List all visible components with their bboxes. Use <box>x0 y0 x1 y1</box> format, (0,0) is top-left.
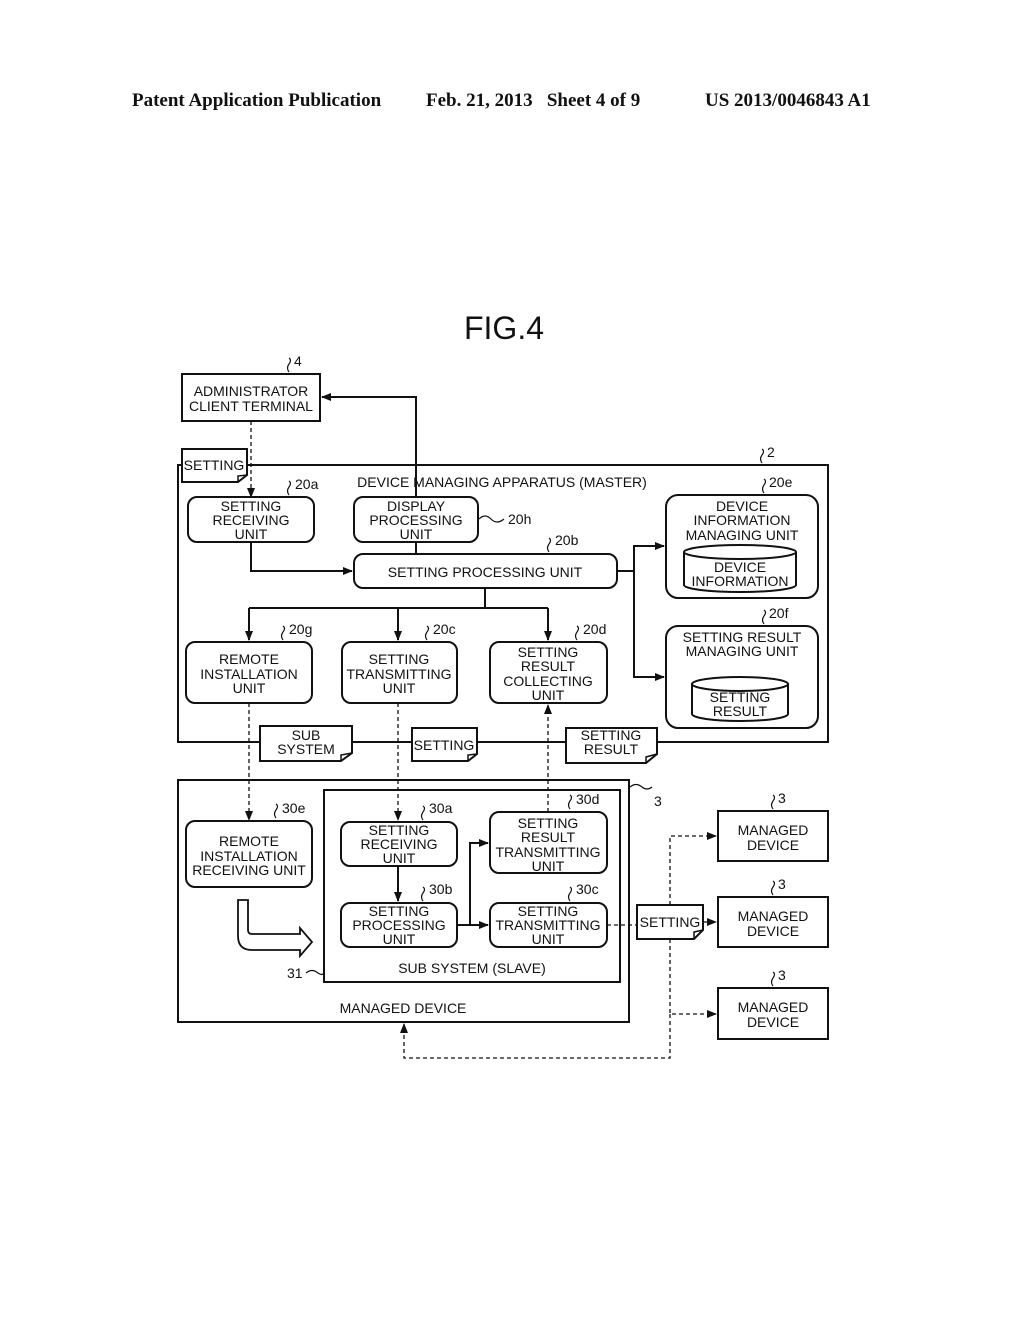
svg-text:MANAGED: MANAGED <box>738 999 809 1015</box>
svg-text:20d: 20d <box>583 621 606 637</box>
svg-text:ADMINISTRATOR: ADMINISTRATOR <box>194 383 309 399</box>
svg-text:20c: 20c <box>433 621 456 637</box>
svg-text:UNIT: UNIT <box>532 687 565 703</box>
svg-text:20f: 20f <box>769 605 789 621</box>
svg-text:MANAGED: MANAGED <box>738 822 809 838</box>
to-result-mgr-arrow <box>633 571 665 681</box>
to-managed-device-main-arrow <box>400 1014 671 1059</box>
svg-text:DEVICE: DEVICE <box>747 923 799 939</box>
svg-text:RECEIVING UNIT: RECEIVING UNIT <box>192 862 306 878</box>
svg-text:3: 3 <box>654 793 662 809</box>
svg-text:2: 2 <box>767 444 775 460</box>
svg-text:CLIENT TERMINAL: CLIENT TERMINAL <box>189 398 313 414</box>
setting-result-managing-unit-20f: SETTING RESULT MANAGING UNIT SETTING RES… <box>665 605 819 729</box>
display-processing-unit-20h: DISPLAY PROCESSING UNIT 20h <box>353 496 531 543</box>
to-managed-device-3-arrow <box>669 939 717 1018</box>
svg-text:SETTING: SETTING <box>369 651 430 667</box>
svg-text:20b: 20b <box>555 532 579 548</box>
svg-text:REMOTE: REMOTE <box>219 833 279 849</box>
svg-text:UNIT: UNIT <box>235 526 268 542</box>
svg-text:DEVICE: DEVICE <box>747 837 799 853</box>
svg-text:UNIT: UNIT <box>400 526 433 542</box>
svg-text:SUB SYSTEM (SLAVE): SUB SYSTEM (SLAVE) <box>398 960 546 976</box>
svg-text:RESULT: RESULT <box>521 658 576 674</box>
svg-text:31: 31 <box>287 965 303 981</box>
svg-text:REMOTE: REMOTE <box>219 651 279 667</box>
svg-text:3: 3 <box>778 876 786 892</box>
svg-text:UNIT: UNIT <box>383 680 416 696</box>
setting-transmitting-unit-20c: SETTING TRANSMITTING UNIT 20c <box>341 621 458 704</box>
svg-text:DEVICE MANAGING APPARATUS (MAS: DEVICE MANAGING APPARATUS (MASTER) <box>357 474 647 490</box>
svg-text:SETTING: SETTING <box>414 737 475 753</box>
svg-text:20g: 20g <box>289 621 312 637</box>
svg-text:30d: 30d <box>576 791 599 807</box>
svg-text:SETTING: SETTING <box>640 914 701 930</box>
figure-title: FIG.4 <box>464 310 544 346</box>
svg-text:SETTING: SETTING <box>184 457 245 473</box>
svg-text:MANAGED: MANAGED <box>738 908 809 924</box>
fig4-diagram: FIG.4 ADMINISTRATOR CLIENT TERMINAL 4 DE… <box>177 310 829 1059</box>
svg-text:30c: 30c <box>576 881 599 897</box>
document-setting-top: SETTING <box>181 448 248 483</box>
managed-device-2: MANAGED DEVICE 3 <box>717 876 829 948</box>
document-setting-mid: SETTING <box>411 727 478 762</box>
document-setting-result: SETTING RESULT <box>565 727 658 764</box>
to-managed-device-1-arrow <box>669 832 717 905</box>
document-subsystem: SUB SYSTEM <box>259 725 353 762</box>
svg-text:30a: 30a <box>429 800 453 816</box>
svg-text:UNIT: UNIT <box>233 680 266 696</box>
svg-text:20e: 20e <box>769 474 793 490</box>
setting-receiving-unit-30a: SETTING RECEIVING UNIT 30a <box>340 800 458 867</box>
svg-text:INFORMATION: INFORMATION <box>692 573 789 589</box>
document-setting-right: SETTING <box>636 904 704 940</box>
receiving-to-processing-arrow <box>250 542 353 575</box>
svg-text:DEVICE: DEVICE <box>747 1014 799 1030</box>
svg-text:UNIT: UNIT <box>532 858 565 874</box>
svg-text:MANAGING UNIT: MANAGING UNIT <box>686 643 799 659</box>
svg-text:MANAGED DEVICE: MANAGED DEVICE <box>340 1000 467 1016</box>
svg-text:RESULT: RESULT <box>713 703 768 719</box>
svg-text:3: 3 <box>778 790 786 806</box>
svg-text:4: 4 <box>294 353 302 369</box>
svg-text:SETTING PROCESSING UNIT: SETTING PROCESSING UNIT <box>388 564 583 580</box>
svg-text:MANAGING UNIT: MANAGING UNIT <box>686 527 799 543</box>
managed-device-1: MANAGED DEVICE 3 <box>717 790 829 862</box>
svg-text:INFORMATION: INFORMATION <box>694 512 791 528</box>
setting-receiving-unit-20a: SETTING RECEIVING UNIT 20a <box>187 476 319 543</box>
svg-text:RESULT: RESULT <box>584 741 639 757</box>
setting-transmitting-unit-30c: SETTING TRANSMITTING UNIT 30c <box>489 881 608 948</box>
svg-text:RESULT: RESULT <box>521 829 576 845</box>
device-information-managing-unit-20e: DEVICE INFORMATION MANAGING UNIT DEVICE … <box>665 474 819 599</box>
svg-text:30e: 30e <box>282 800 306 816</box>
svg-text:SYSTEM: SYSTEM <box>277 741 335 757</box>
to-device-info-arrow <box>617 542 665 572</box>
svg-text:30b: 30b <box>429 881 453 897</box>
install-flow-arrow-icon <box>237 899 314 959</box>
svg-text:20a: 20a <box>295 476 319 492</box>
svg-text:UNIT: UNIT <box>383 931 416 947</box>
svg-text:UNIT: UNIT <box>532 931 565 947</box>
remote-installation-receiving-unit-30e: REMOTE INSTALLATION RECEIVING UNIT 30e <box>185 800 313 888</box>
svg-text:3: 3 <box>778 967 786 983</box>
administrator-client-terminal: ADMINISTRATOR CLIENT TERMINAL 4 <box>181 353 321 422</box>
svg-text:20h: 20h <box>508 511 531 527</box>
to-result-transmitting-arrow <box>457 839 489 926</box>
managed-device-3: MANAGED DEVICE 3 <box>717 967 829 1040</box>
svg-text:UNIT: UNIT <box>383 850 416 866</box>
